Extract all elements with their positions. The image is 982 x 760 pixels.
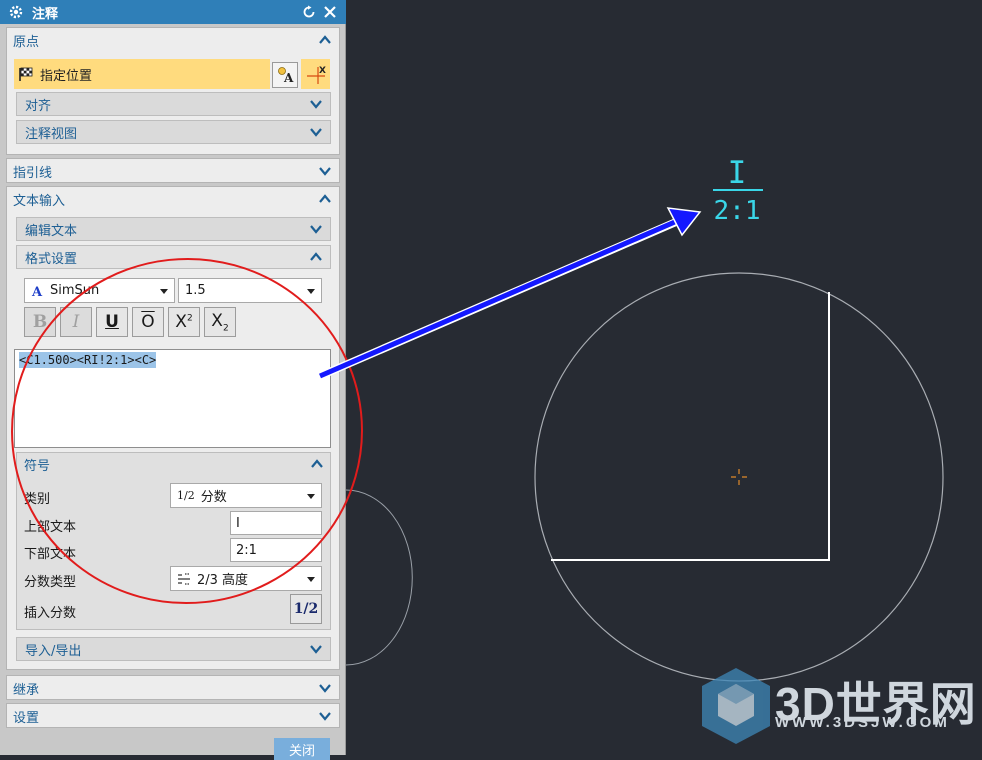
drawing-canvas[interactable]: I 2:1 — [0, 0, 982, 755]
circle-geometry — [534, 272, 944, 682]
fraction-numerator: I — [728, 155, 747, 191]
fraction-denominator: 2:1 — [714, 196, 761, 226]
partial-circle — [345, 489, 413, 666]
center-crosshair-icon — [731, 469, 747, 485]
pointer-arrow — [318, 207, 702, 380]
corner-lines — [551, 292, 830, 561]
watermark-url: WWW.3DSJW.COM — [775, 714, 950, 731]
callout-ellipse — [11, 257, 363, 605]
